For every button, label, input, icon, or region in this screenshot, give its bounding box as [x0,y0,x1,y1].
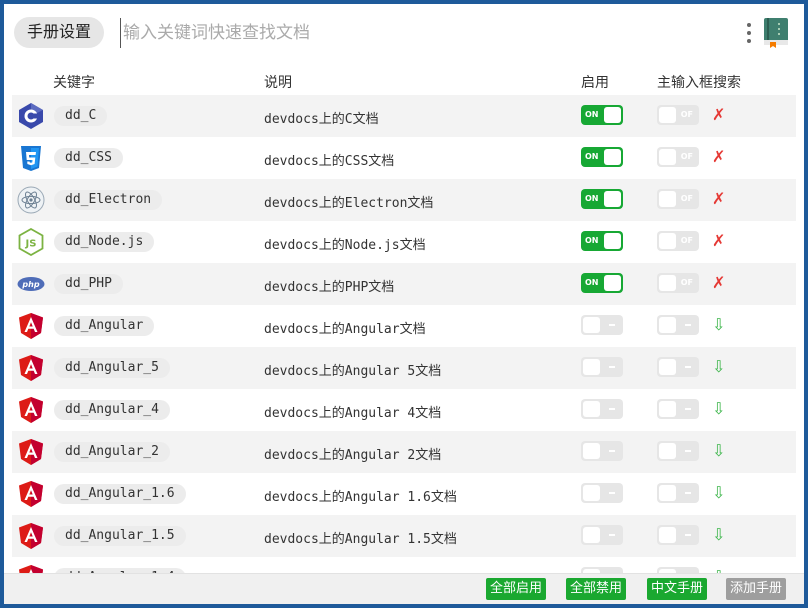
keyword-tag: dd_CSS [54,148,123,168]
keyword-tag: dd_Node.js [54,232,155,252]
manual-row: dd_Angular_1.5 devdocs上的Angular 1.5文档 ⇩ [12,515,796,557]
svg-text:php: php [21,280,39,289]
manual-row: JS dd_Node.js devdocs上的Node.js文档 OF ✗ [12,221,796,263]
manual-settings-window: 手册设置 关键字 说明 启用 主输入框搜索 dd_C devdocs上的C文档 OF… [4,4,804,604]
description-text: devdocs上的Angular 2文档 [264,448,442,463]
main-search-toggle[interactable]: OF [657,105,699,125]
footer-toolbar: 全部启用 全部禁用 中文手册 添加手册 [4,573,804,604]
add-manual-button[interactable]: 添加手册 [726,578,787,600]
manual-row: dd_CSS devdocs上的CSS文档 OF ✗ [12,137,796,179]
enable-toggle[interactable] [581,147,623,167]
column-description: 说明 [264,75,292,91]
angular-icon [17,312,45,340]
manual-row: php dd_PHP devdocs上的PHP文档 OF ✗ [12,263,796,305]
angular-icon [17,438,45,466]
main-search-toggle[interactable] [657,441,699,461]
download-icon[interactable]: ⇩ [712,399,725,419]
keyword-tag: dd_Angular_2 [54,442,170,462]
svg-text:JS: JS [25,239,37,250]
main-search-toggle[interactable] [657,357,699,377]
manual-row: dd_Angular_5 devdocs上的Angular 5文档 ⇩ [12,347,796,389]
main-search-toggle[interactable] [657,525,699,545]
description-text: devdocs上的Angular 1.6文档 [264,490,457,505]
main-search-toggle[interactable]: OF [657,231,699,251]
remove-icon[interactable]: ✗ [712,231,725,251]
manual-settings-button[interactable]: 手册设置 [14,17,105,48]
manual-book-icon[interactable] [762,16,790,48]
manual-row: dd_Angular_1.6 devdocs上的Angular 1.6文档 ⇩ [12,473,796,515]
keyword-tag: dd_Angular_4 [54,400,170,420]
keyword-tag: dd_Angular_1.5 [54,526,186,546]
download-icon[interactable]: ⇩ [712,357,725,377]
css3-icon [17,144,45,172]
electron-icon [17,186,45,214]
manual-row: dd_Angular_2 devdocs上的Angular 2文档 ⇩ [12,431,796,473]
enable-toggle[interactable] [581,357,623,377]
remove-icon[interactable]: ✗ [712,189,725,209]
enable-toggle[interactable] [581,273,623,293]
header: 手册设置 [4,4,804,60]
enable-toggle[interactable] [581,483,623,503]
download-icon[interactable]: ⇩ [712,441,725,461]
enable-toggle[interactable] [581,105,623,125]
description-text: devdocs上的CSS文档 [264,154,395,169]
main-search-toggle[interactable] [657,315,699,335]
manual-row: dd_Electron devdocs上的Electron文档 OF ✗ [12,179,796,221]
remove-icon[interactable]: ✗ [712,147,725,167]
keyword-tag: dd_Angular_1.6 [54,484,186,504]
enable-toggle[interactable] [581,231,623,251]
search-input[interactable] [120,18,725,48]
more-vertical-icon[interactable] [746,23,752,45]
description-text: devdocs上的Angular 4文档 [264,406,442,421]
column-main-search: 主输入框搜索 [657,75,741,91]
angular-icon [17,354,45,382]
keyword-tag: dd_Angular [54,316,155,336]
main-search-toggle[interactable]: OF [657,273,699,293]
download-icon[interactable]: ⇩ [712,315,725,335]
manual-list: dd_C devdocs上的C文档 OF ✗ dd_CSS devdocs上的CSS文档 O… [12,95,796,575]
main-search-toggle[interactable]: OF [657,189,699,209]
php-icon: php [17,270,45,298]
enable-toggle[interactable] [581,189,623,209]
c-language-icon [17,102,45,130]
download-icon[interactable]: ⇩ [712,483,725,503]
description-text: devdocs上的Angular文档 [264,322,426,337]
manual-row: dd_Angular devdocs上的Angular文档 ⇩ [12,305,796,347]
description-text: devdocs上的PHP文档 [264,280,395,295]
enable-toggle[interactable] [581,399,623,419]
disable-all-button[interactable]: 全部禁用 [566,578,627,600]
description-text: devdocs上的Node.js文档 [264,238,426,253]
remove-icon[interactable]: ✗ [712,273,725,293]
main-search-toggle[interactable] [657,483,699,503]
nodejs-icon: JS [17,227,45,257]
keyword-tag: dd_Angular_5 [54,358,170,378]
main-search-toggle[interactable]: OF [657,147,699,167]
column-keyword: 关键字 [53,75,95,91]
download-icon[interactable]: ⇩ [712,525,725,545]
enable-toggle[interactable] [581,315,623,335]
enable-toggle[interactable] [581,525,623,545]
description-text: devdocs上的Electron文档 [264,196,434,211]
manual-row: dd_C devdocs上的C文档 OF ✗ [12,95,796,137]
remove-icon[interactable]: ✗ [712,105,725,125]
description-text: devdocs上的C文档 [264,112,379,127]
keyword-tag: dd_Electron [54,190,163,210]
enable-toggle[interactable] [581,441,623,461]
angular-icon [17,480,45,508]
column-headers: 关键字 说明 启用 主输入框搜索 [4,70,804,92]
manual-row: dd_Angular_4 devdocs上的Angular 4文档 ⇩ [12,389,796,431]
keyword-tag: dd_PHP [54,274,123,294]
column-enabled: 启用 [581,75,609,91]
description-text: devdocs上的Angular 1.5文档 [264,532,457,547]
enable-all-button[interactable]: 全部启用 [486,578,547,600]
angular-icon [17,522,45,550]
keyword-tag: dd_C [54,106,108,126]
description-text: devdocs上的Angular 5文档 [264,364,442,379]
angular-icon [17,396,45,424]
main-search-toggle[interactable] [657,399,699,419]
chinese-manuals-button[interactable]: 中文手册 [647,578,708,600]
